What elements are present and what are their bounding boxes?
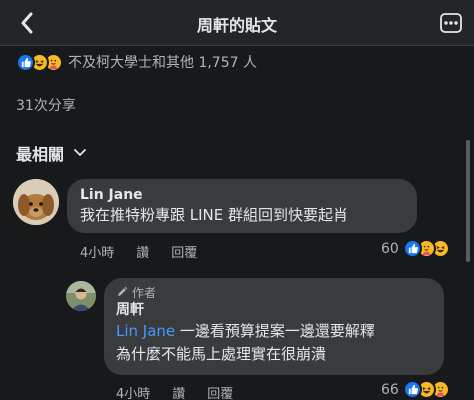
mention-link[interactable]: Lin Jane — [116, 322, 175, 340]
sort-label: 最相關 — [16, 145, 65, 164]
reply-button[interactable]: 回覆 — [207, 383, 233, 400]
dog-avatar-icon — [13, 179, 59, 225]
reaction-count: 60 — [381, 240, 399, 257]
reactions-summary-text[interactable]: 不及柯大學士和其他 1,757 人 — [68, 52, 257, 72]
like-icon — [16, 52, 35, 72]
reply-bubble[interactable]: 作者 周軒 Lin Jane 一邊看預算提案一邊還要解釋 為什麼不能馬上處理實在… — [104, 278, 444, 375]
comment-bubble[interactable]: Lin Jane 我在推特粉專跟 LINE 群組回到快要起肖 — [67, 179, 417, 233]
comment-actions: 4小時 讚 回覆 — [80, 242, 219, 261]
like-icon — [402, 239, 422, 258]
top-bar: 周軒的貼文 — [0, 0, 474, 46]
page-title: 周軒的貼文 — [196, 16, 277, 35]
comment-reaction-count[interactable]: 60 — [381, 239, 450, 258]
reply-author[interactable]: 周軒 — [116, 300, 432, 320]
scrollbar[interactable] — [466, 140, 470, 262]
author-badge: 作者 — [116, 284, 432, 300]
reply-reaction-count[interactable]: 66 — [381, 380, 450, 399]
comment-author[interactable]: Lin Jane — [80, 186, 404, 204]
chevron-down-icon — [74, 149, 86, 156]
reply-text-line2: 為什麼不能馬上處理實在很崩潰 — [116, 345, 327, 363]
reply-actions: 4小時 讚 回覆 — [116, 383, 255, 400]
comment-time: 4小時 — [80, 246, 115, 261]
pen-icon — [118, 286, 128, 296]
reaction-count: 66 — [381, 381, 399, 398]
reply-text-line1: Lin Jane 一邊看預算提案一邊還要解釋 — [116, 320, 432, 343]
comment-sort-dropdown[interactable]: 最相關 — [16, 141, 86, 165]
comment-text: 我在推特粉專跟 LINE 群組回到快要起肖 — [80, 206, 349, 224]
like-button[interactable]: 讚 — [172, 383, 185, 400]
avatar[interactable] — [13, 179, 59, 225]
author-badge-label: 作者 — [132, 285, 157, 300]
more-icon — [440, 13, 462, 33]
like-button[interactable]: 讚 — [136, 242, 149, 261]
like-icon — [402, 380, 422, 399]
author-avatar-icon — [66, 281, 96, 311]
more-options-button[interactable] — [438, 10, 464, 36]
reactions-summary[interactable]: 不及柯大學士和其他 1,757 人 — [16, 51, 257, 73]
share-count[interactable]: 31次分享 — [16, 95, 76, 115]
reply-button[interactable]: 回覆 — [171, 242, 197, 261]
reply-text-part: 一邊看預算提案一邊還要解釋 — [175, 322, 375, 340]
reply-time: 4小時 — [116, 387, 151, 400]
avatar[interactable] — [66, 281, 96, 311]
